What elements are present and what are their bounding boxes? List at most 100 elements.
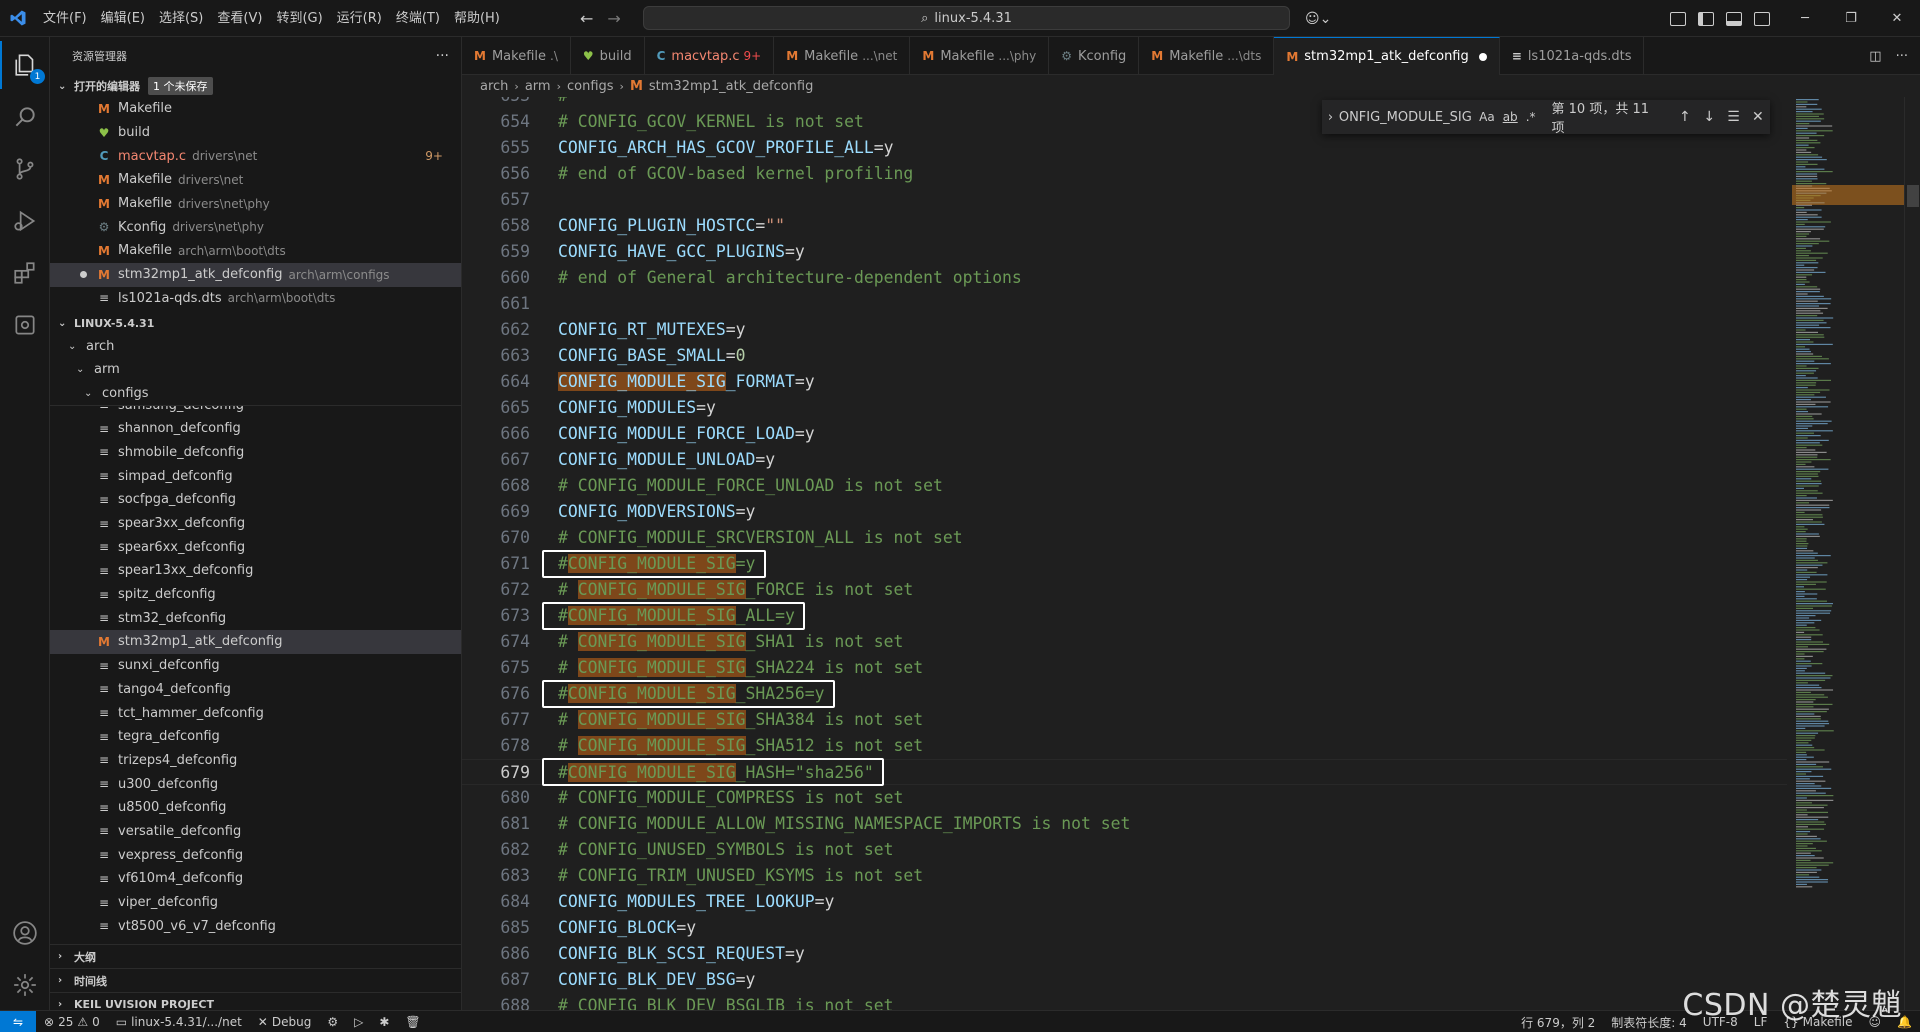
code-line[interactable]: 674 # CONFIG_MODULE_SIG_SHA1 is not set — [462, 629, 1787, 655]
tree-file-item[interactable]: ≡ vt8500_v6_v7_defconfig — [50, 914, 461, 938]
code-line[interactable]: 680 # CONFIG_MODULE_COMPRESS is not set — [462, 785, 1787, 811]
open-editor-item[interactable]: M Makefile — [50, 97, 461, 121]
remote-indicator-icon[interactable]: ⇋ — [0, 1010, 36, 1032]
tree-file-item[interactable]: ≡ shannon_defconfig — [50, 417, 461, 441]
find-input[interactable]: ONFIG_MODULE_SIG — [1339, 105, 1479, 129]
breadcrumb-item[interactable]: stm32mp1_atk_defconfig — [649, 79, 813, 94]
project-section[interactable]: ⌄ LINUX-5.4.31 — [50, 312, 461, 334]
cursor-position[interactable]: 行 679，列 2 — [1513, 1014, 1603, 1031]
tree-file-item[interactable]: ≡ vexpress_defconfig — [50, 843, 461, 867]
code-line[interactable]: 655 CONFIG_ARCH_HAS_GCOV_PROFILE_ALL=y — [462, 135, 1787, 161]
run-debug-icon[interactable] — [0, 197, 50, 245]
breadcrumb-item[interactable]: arch — [480, 79, 508, 94]
folder-indicator[interactable]: ▭ linux-5.4.31/.../net — [108, 1015, 250, 1029]
code-line[interactable]: 656 # end of GCOV-based kernel profiling — [462, 161, 1787, 187]
code-line[interactable]: 662 CONFIG_RT_MUTEXES=y — [462, 317, 1787, 343]
open-editor-item[interactable]: M Makefile drivers\net — [50, 168, 461, 192]
code-line[interactable]: 687 CONFIG_BLK_DEV_BSG=y — [462, 967, 1787, 993]
code-line[interactable]: 681 # CONFIG_MODULE_ALLOW_MISSING_NAMESPA… — [462, 811, 1787, 837]
open-editor-item[interactable]: Cmacvtap.c drivers\net 9+ — [50, 144, 461, 168]
tree-file-item[interactable]: ≡ vf610m4_defconfig — [50, 867, 461, 891]
previous-match-icon[interactable]: ↑ — [1673, 109, 1697, 125]
tree-file-item[interactable]: ≡ spear6xx_defconfig — [50, 535, 461, 559]
editor-tab[interactable]: Cmacvtap.c 9+ — [645, 37, 775, 75]
code-line[interactable]: 660 # end of General architecture-depende… — [462, 265, 1787, 291]
toggle-panel-icon[interactable] — [1726, 11, 1742, 26]
tree-file-item[interactable]: ≡ u300_defconfig — [50, 772, 461, 796]
code-line[interactable]: 665 CONFIG_MODULES=y — [462, 395, 1787, 421]
search-view-icon[interactable] — [0, 93, 50, 141]
trash-icon[interactable]: 🗑 — [397, 1015, 428, 1029]
tree-file-item[interactable]: ≡ shmobile_defconfig — [50, 441, 461, 465]
unsaved-dot-icon[interactable] — [1478, 52, 1487, 61]
explorer-icon[interactable]: 1 — [0, 41, 50, 89]
tree-file-item[interactable]: ≡ samsung_defconfig — [50, 406, 461, 417]
outline-section[interactable]: › 大纲 — [50, 944, 461, 968]
match-whole-word-icon[interactable]: ab — [1503, 110, 1518, 124]
open-editor-item[interactable]: ≡ ls1021a-qds.dts arch\arm\boot\dts — [50, 287, 461, 311]
tree-folder-arm[interactable]: ⌄ arm — [50, 358, 461, 382]
split-editor-icon[interactable]: ◫ — [1869, 49, 1881, 64]
code-line[interactable]: 663 CONFIG_BASE_SMALL=0 — [462, 343, 1787, 369]
open-editor-item[interactable]: ♥ build — [50, 121, 461, 145]
menu-item[interactable]: 选择(S) — [152, 0, 210, 37]
manage-gear-icon[interactable] — [0, 961, 50, 1009]
toggle-sidebar-icon[interactable] — [1698, 11, 1714, 26]
editor-tab[interactable]: Mstm32mp1_atk_defconfig — [1274, 37, 1500, 75]
tree-file-item[interactable]: ≡ spitz_defconfig — [50, 583, 461, 607]
tree-file-item[interactable]: ≡ socfpga_defconfig — [50, 488, 461, 512]
editor-tab[interactable]: M Makefile .\ — [462, 37, 571, 75]
tree-folder-configs[interactable]: ⌄ configs — [50, 382, 461, 406]
tree-file-item[interactable]: ≡ tegra_defconfig — [50, 725, 461, 749]
toggle-secondary-sidebar-icon[interactable] — [1754, 11, 1770, 26]
open-editors-section[interactable]: ⌄ 打开的编辑器 1 个未保存 — [50, 75, 461, 97]
code-line[interactable]: 667 CONFIG_MODULE_UNLOAD=y — [462, 447, 1787, 473]
menu-item[interactable]: 转到(G) — [269, 0, 329, 37]
tree-file-item[interactable]: ≡ tct_hammer_defconfig — [50, 701, 461, 725]
problems-indicator[interactable]: ⊗ 25 ⚠ 0 — [36, 1015, 108, 1029]
menu-item[interactable]: 运行(R) — [330, 0, 389, 37]
match-case-icon[interactable]: Aa — [1479, 110, 1495, 124]
copilot-icon[interactable]: ☺⌄ — [1305, 0, 1331, 37]
code-line[interactable]: 675 # CONFIG_MODULE_SIG_SHA224 is not set — [462, 655, 1787, 681]
open-editor-item[interactable]: Mstm32mp1_atk_defconfig arch\arm\configs — [50, 262, 461, 287]
next-match-icon[interactable]: ↓ — [1697, 109, 1721, 125]
use-regex-icon[interactable]: .* — [1526, 110, 1536, 124]
menu-item[interactable]: 查看(V) — [210, 0, 269, 37]
code-line[interactable]: 686 CONFIG_BLK_SCSI_REQUEST=y — [462, 941, 1787, 967]
scroll-thumb[interactable] — [1907, 185, 1919, 207]
remote-explorer-icon[interactable] — [0, 301, 50, 349]
tree-file-item[interactable]: ≡ tango4_defconfig — [50, 678, 461, 702]
editor-tab[interactable]: ♥ build — [571, 37, 645, 75]
code-line[interactable]: 672 # CONFIG_MODULE_SIG_FORCE is not set — [462, 577, 1787, 603]
code-line[interactable]: 682 # CONFIG_UNUSED_SYMBOLS is not set — [462, 837, 1787, 863]
minimap-viewport[interactable] — [1792, 185, 1904, 205]
settings-gear-icon[interactable]: ⚙ — [319, 1015, 346, 1029]
menu-item[interactable]: 帮助(H) — [447, 0, 507, 37]
breadcrumb-item[interactable]: arm — [525, 79, 551, 94]
editor-tab[interactable]: M Makefile ...\net — [774, 37, 911, 75]
back-arrow-icon[interactable]: ← — [580, 9, 593, 28]
forward-arrow-icon[interactable]: → — [607, 9, 620, 28]
tree-file-item[interactable]: ≡ viper_defconfig — [50, 891, 461, 915]
more-actions-icon[interactable]: ··· — [1896, 49, 1908, 64]
code-line[interactable]: 683 # CONFIG_TRIM_UNUSED_KSYMS is not set — [462, 863, 1787, 889]
command-center[interactable]: ⌕ linux-5.4.31 — [643, 6, 1290, 30]
tree-file-item[interactable]: ≡ spear13xx_defconfig — [50, 559, 461, 583]
restore-icon[interactable]: ❐ — [1828, 0, 1874, 37]
tree-file-item[interactable]: ≡ simpad_defconfig — [50, 464, 461, 488]
code-line[interactable]: 678 # CONFIG_MODULE_SIG_SHA512 is not set — [462, 733, 1787, 759]
timeline-section[interactable]: › 时间线 — [50, 968, 461, 992]
menu-item[interactable]: 编辑(E) — [94, 0, 152, 37]
tree-file-item[interactable]: ≡ trizeps4_defconfig — [50, 749, 461, 773]
open-editor-item[interactable]: M Makefile drivers\net\phy — [50, 192, 461, 216]
editor-tab[interactable]: ⚙ Kconfig — [1049, 37, 1140, 75]
code-line[interactable]: 657 — [462, 187, 1787, 213]
code-line[interactable]: 664 CONFIG_MODULE_SIG_FORMAT=y — [462, 369, 1787, 395]
source-control-icon[interactable] — [0, 145, 50, 193]
open-editor-item[interactable]: M Makefile arch\arm\boot\dts — [50, 239, 461, 263]
code-line[interactable]: 659 CONFIG_HAVE_GCC_PLUGINS=y — [462, 239, 1787, 265]
code-line[interactable]: 661 — [462, 291, 1787, 317]
unsaved-dot-icon[interactable] — [80, 271, 87, 279]
tree-file-item[interactable]: Mstm32mp1_atk_defconfig — [50, 630, 461, 654]
